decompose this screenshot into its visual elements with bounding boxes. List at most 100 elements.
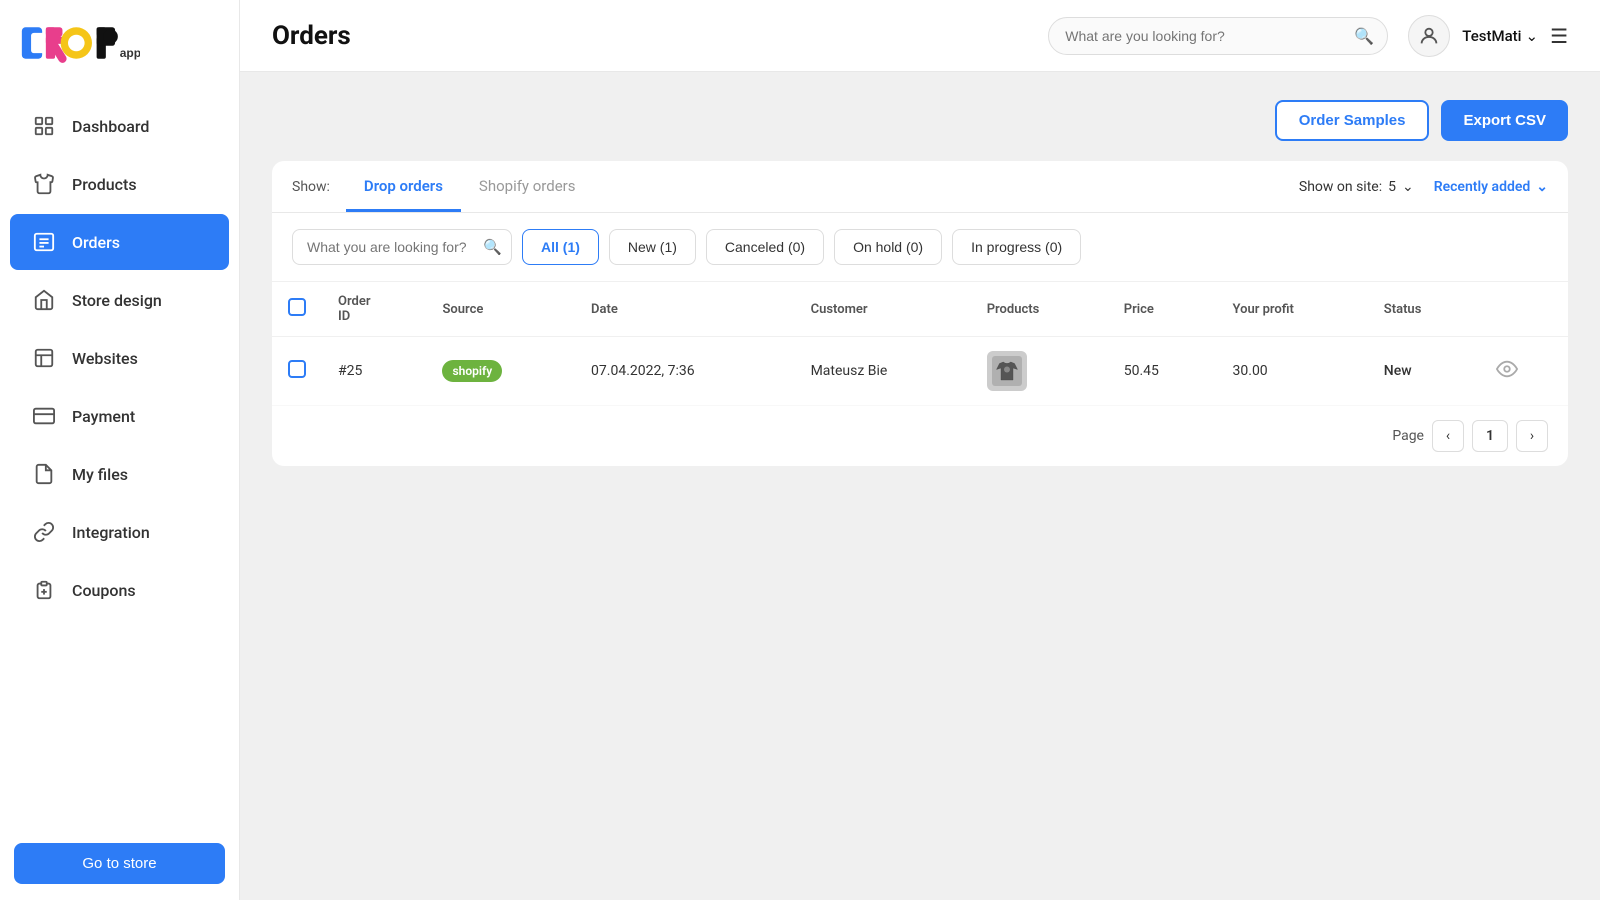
sidebar-item-coupons-label: Coupons bbox=[72, 581, 136, 600]
store-design-icon bbox=[30, 286, 58, 314]
next-page-button[interactable]: › bbox=[1516, 420, 1548, 452]
sidebar-item-integration[interactable]: Integration bbox=[10, 504, 229, 560]
col-customer: Customer bbox=[795, 282, 971, 337]
tab-drop-orders[interactable]: Drop orders bbox=[346, 163, 461, 212]
sidebar-item-websites[interactable]: Websites bbox=[10, 330, 229, 386]
col-source: Source bbox=[426, 282, 575, 337]
sidebar-item-orders-label: Orders bbox=[72, 233, 120, 252]
tab-bar: Show: Drop orders Shopify orders Show on… bbox=[272, 161, 1568, 213]
show-label: Show: bbox=[292, 179, 330, 195]
show-on-site-control[interactable]: Show on site: 5 ⌄ bbox=[1299, 179, 1414, 195]
svg-text:app: app bbox=[120, 46, 140, 60]
select-all-checkbox[interactable] bbox=[288, 298, 306, 316]
header-search-input[interactable] bbox=[1048, 17, 1388, 55]
coupons-icon bbox=[30, 576, 58, 604]
sidebar-item-dashboard[interactable]: Dashboard bbox=[10, 98, 229, 154]
sidebar-item-store-design[interactable]: Store design bbox=[10, 272, 229, 328]
cell-source: shopify bbox=[426, 337, 575, 406]
dashboard-icon bbox=[30, 112, 58, 140]
table-row: #25 shopify 07.04.2022, 7:36 Mateusz Bie bbox=[272, 337, 1568, 406]
orders-card: Show: Drop orders Shopify orders Show on… bbox=[272, 161, 1568, 466]
header-user-area: TestMati ⌄ ☰ bbox=[1408, 15, 1568, 57]
sidebar-item-orders[interactable]: Orders bbox=[10, 214, 229, 270]
header-search-icon: 🔍 bbox=[1354, 26, 1374, 45]
cell-date: 07.04.2022, 7:36 bbox=[575, 337, 795, 406]
main-area: Orders 🔍 TestMati ⌄ ☰ Order Samples Expo… bbox=[240, 0, 1600, 900]
sidebar-item-my-files-label: My files bbox=[72, 465, 128, 484]
action-bar: Order Samples Export CSV bbox=[272, 100, 1568, 141]
header: Orders 🔍 TestMati ⌄ ☰ bbox=[240, 0, 1600, 72]
filter-canceled-button[interactable]: Canceled (0) bbox=[706, 229, 824, 265]
tab-shopify-orders[interactable]: Shopify orders bbox=[461, 163, 594, 212]
payment-icon bbox=[30, 402, 58, 430]
hamburger-icon[interactable]: ☰ bbox=[1550, 24, 1568, 48]
cell-status: New bbox=[1368, 337, 1481, 406]
sidebar-bottom: Go to store bbox=[0, 827, 239, 900]
logo-area: app bbox=[0, 0, 239, 86]
show-on-site-value: 5 bbox=[1388, 179, 1396, 195]
sidebar-nav: Dashboard Products Orders Store design W bbox=[0, 86, 239, 827]
sidebar-item-my-files[interactable]: My files bbox=[10, 446, 229, 502]
sidebar-item-websites-label: Websites bbox=[72, 349, 138, 368]
filter-all-button[interactable]: All (1) bbox=[522, 229, 599, 265]
show-on-site-label: Show on site: bbox=[1299, 179, 1382, 195]
logo: app bbox=[20, 18, 140, 68]
order-samples-button[interactable]: Order Samples bbox=[1275, 100, 1430, 141]
tab-right-controls: Show on site: 5 ⌄ Recently added ⌄ bbox=[1299, 179, 1548, 195]
col-your-profit: Your profit bbox=[1217, 282, 1368, 337]
col-products: Products bbox=[971, 282, 1108, 337]
user-name[interactable]: TestMati ⌄ bbox=[1462, 27, 1538, 45]
orders-icon bbox=[30, 228, 58, 256]
col-status: Status bbox=[1368, 282, 1481, 337]
cell-your-profit: 30.00 bbox=[1217, 337, 1368, 406]
filter-search-input[interactable] bbox=[292, 229, 512, 265]
prev-page-button[interactable]: ‹ bbox=[1432, 420, 1464, 452]
sidebar-item-dashboard-label: Dashboard bbox=[72, 117, 149, 136]
sidebar-item-integration-label: Integration bbox=[72, 523, 150, 542]
products-icon bbox=[30, 170, 58, 198]
page-label: Page bbox=[1392, 428, 1424, 444]
col-actions bbox=[1480, 282, 1568, 337]
cell-products bbox=[971, 337, 1108, 406]
row-checkbox[interactable] bbox=[288, 360, 306, 378]
select-all-header bbox=[272, 282, 322, 337]
product-thumbnail bbox=[987, 351, 1027, 391]
sidebar-item-products[interactable]: Products bbox=[10, 156, 229, 212]
content-area: Order Samples Export CSV Show: Drop orde… bbox=[240, 72, 1600, 900]
sidebar-item-store-design-label: Store design bbox=[72, 291, 162, 310]
my-files-icon bbox=[30, 460, 58, 488]
header-search-container: 🔍 bbox=[1048, 17, 1388, 55]
export-csv-button[interactable]: Export CSV bbox=[1441, 100, 1568, 141]
view-order-icon[interactable] bbox=[1496, 364, 1518, 385]
sidebar-item-payment-label: Payment bbox=[72, 407, 135, 426]
sidebar: app Dashboard Products Orders Sto bbox=[0, 0, 240, 900]
filter-search-icon: 🔍 bbox=[483, 238, 502, 256]
go-to-store-button[interactable]: Go to store bbox=[14, 843, 225, 884]
current-page: 1 bbox=[1472, 420, 1508, 452]
cell-customer: Mateusz Bie bbox=[795, 337, 971, 406]
col-date: Date bbox=[575, 282, 795, 337]
col-price: Price bbox=[1108, 282, 1217, 337]
sidebar-item-products-label: Products bbox=[72, 175, 137, 194]
tshirt-product-icon bbox=[992, 356, 1022, 386]
integration-icon bbox=[30, 518, 58, 546]
filter-search-container: 🔍 bbox=[292, 229, 512, 265]
pagination: Page ‹ 1 › bbox=[272, 406, 1568, 466]
recently-added-chevron-icon: ⌄ bbox=[1536, 179, 1548, 195]
websites-icon bbox=[30, 344, 58, 372]
sidebar-item-coupons[interactable]: Coupons bbox=[10, 562, 229, 618]
recently-added-label: Recently added bbox=[1434, 179, 1531, 195]
filter-bar: 🔍 All (1) New (1) Canceled (0) On hold (… bbox=[272, 213, 1568, 282]
page-title: Orders bbox=[272, 21, 351, 51]
filter-in-progress-button[interactable]: In progress (0) bbox=[952, 229, 1081, 265]
filter-on-hold-button[interactable]: On hold (0) bbox=[834, 229, 942, 265]
col-order-id: OrderID bbox=[322, 282, 426, 337]
sidebar-item-payment[interactable]: Payment bbox=[10, 388, 229, 444]
row-checkbox-cell bbox=[272, 337, 322, 406]
filter-new-button[interactable]: New (1) bbox=[609, 229, 696, 265]
cell-price: 50.45 bbox=[1108, 337, 1217, 406]
recently-added-control[interactable]: Recently added ⌄ bbox=[1434, 179, 1548, 195]
user-avatar-button[interactable] bbox=[1408, 15, 1450, 57]
show-on-site-chevron-icon: ⌄ bbox=[1402, 179, 1414, 195]
cell-order-id: #25 bbox=[322, 337, 426, 406]
